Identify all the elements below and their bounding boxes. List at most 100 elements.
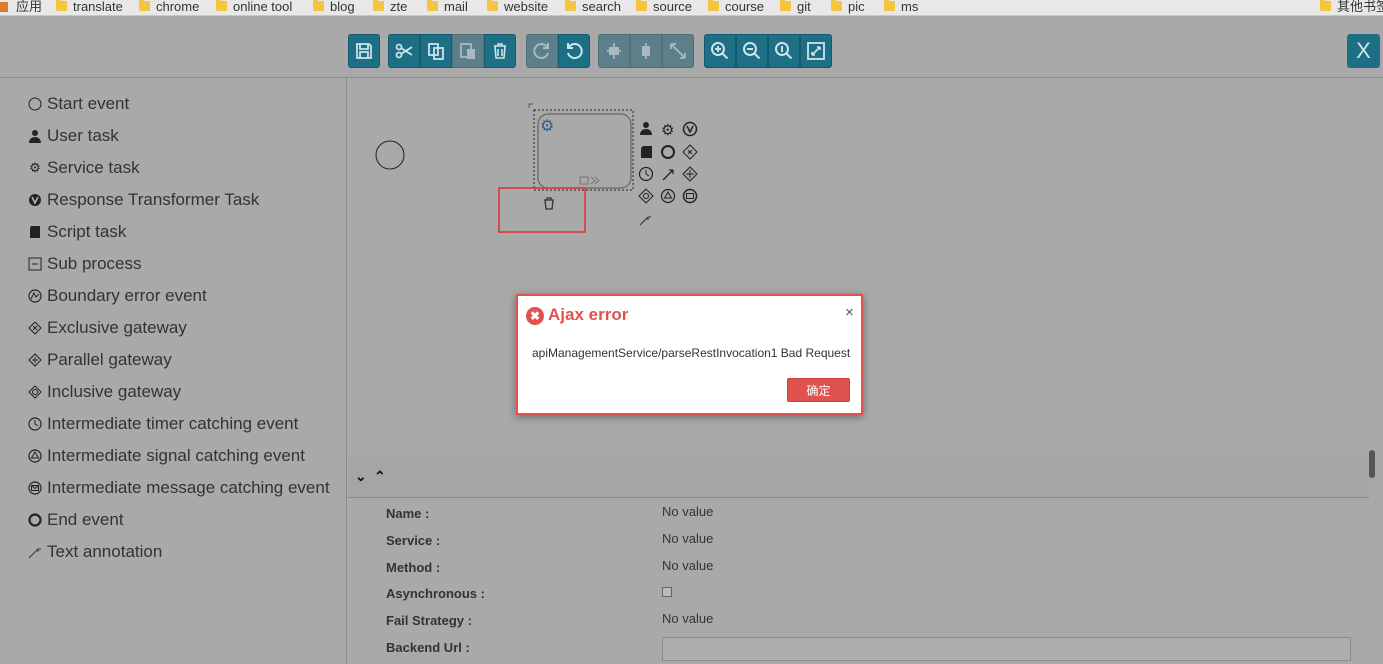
dialog-close-button[interactable]: × [845,304,854,321]
bookmark-translate[interactable]: translate [56,0,123,15]
palette-item-sub-process[interactable]: Sub process [28,252,142,276]
prop-fail-strategy-value[interactable]: No value [662,611,713,626]
quickmenu-connector-icon[interactable] [662,169,674,181]
zoom-out-button[interactable] [736,34,768,68]
backend-url-input[interactable] [662,637,1351,661]
error-icon: ✖ [526,307,544,325]
palette-item-inclusive-gateway[interactable]: Inclusive gateway [28,380,181,404]
quickmenu-exclusive-gateway-icon[interactable] [682,144,698,160]
service-task-gear-icon: ⚙ [540,118,554,135]
redo-button[interactable] [526,34,558,68]
palette-item-intermediate-message-catching-event[interactable]: Intermediate message catching event [28,476,330,500]
bookmark-source[interactable]: source [636,0,692,15]
quickmenu-user-icon[interactable] [640,122,652,135]
quickmenu-timer-icon[interactable] [638,166,654,182]
palette-item-user-task[interactable]: User task [28,124,119,148]
apps-grid-icon[interactable] [0,2,8,12]
bookmark-ms[interactable]: ms [884,0,918,15]
palette-item-exclusive-gateway[interactable]: Exclusive gateway [28,316,187,340]
quickmenu-signal-icon[interactable] [660,188,676,204]
diagram-svg: ⚙ ⚙ [375,103,698,233]
quickmenu-message-icon[interactable] [682,188,698,204]
palette-item-script-task[interactable]: Script task [28,220,126,244]
save-button[interactable] [348,34,380,68]
undo-button[interactable] [558,34,590,68]
quickmenu-parallel-gateway-icon[interactable] [682,166,698,182]
save-icon [356,43,372,59]
folder-icon [216,0,227,11]
bookmark-chrome[interactable]: chrome [139,0,199,15]
quickmenu-transformer-icon[interactable] [682,121,698,137]
palette-item-boundary-error-event[interactable]: Boundary error event [28,284,207,308]
folder-icon [636,0,647,11]
folder-icon [780,0,791,11]
bookmark-apps[interactable]: 应用 [16,0,42,15]
palette-item-response-transformer-task[interactable]: Response Transformer Task [28,188,259,212]
cut-button[interactable] [388,34,420,68]
async-checkbox[interactable] [662,587,672,597]
toolbar-group-align [598,34,694,68]
bookmark-pic[interactable]: pic [831,0,865,15]
bookmark-mail[interactable]: mail [427,0,468,15]
error-event-icon [28,289,42,303]
prop-name-value[interactable]: No value [662,504,713,519]
prop-service-value[interactable]: No value [662,531,713,546]
palette-item-service-task[interactable]: ⚙ Service task [28,156,139,180]
bookmark-other[interactable]: 其他书签 [1320,0,1383,15]
quickmenu-annotation-icon[interactable] [639,216,651,226]
bookmark-search[interactable]: search [565,0,621,15]
palette-item-text-annotation[interactable]: Text annotation [28,540,162,564]
zoom-actual-button[interactable] [768,34,800,68]
prop-method-value[interactable]: No value [662,558,713,573]
bookmark-online-tool[interactable]: online tool [216,0,292,15]
timer-icon [28,417,42,431]
copy-icon [428,43,444,60]
prop-name-label: Name : [386,506,430,521]
close-editor-button[interactable]: X [1347,34,1380,68]
folder-icon [831,0,842,11]
dialog-ok-button[interactable]: 确定 [787,378,850,402]
prop-backend-url-label: Backend Url : [386,640,470,655]
zoom-in-button[interactable] [704,34,736,68]
diagram-canvas[interactable]: ⚙ ⚙ [348,79,1383,456]
message-icon [28,481,42,495]
toolbar-group-zoom [704,34,832,68]
palette-item-intermediate-timer-catching-event[interactable]: Intermediate timer catching event [28,412,298,436]
align-vertical-button[interactable] [598,34,630,68]
scrollbar-thumb[interactable] [1369,450,1375,478]
parallel-gateway-icon [28,353,42,367]
zoom-in-icon [711,42,729,60]
align-horizontal-icon [642,43,650,59]
bookmark-zte[interactable]: zte [373,0,407,15]
canvas-delete-trash-icon[interactable] [544,197,554,210]
redo-icon [533,43,549,60]
paste-button[interactable] [452,34,484,68]
quickmenu-gear-icon[interactable]: ⚙ [661,122,674,139]
bookmark-blog[interactable]: blog [313,0,355,15]
palette-item-parallel-gateway[interactable]: Parallel gateway [28,348,172,372]
bookmark-course[interactable]: course [708,0,764,15]
zoom-fit-button[interactable] [800,34,832,68]
quickmenu-inclusive-gateway-icon[interactable] [638,188,654,204]
palette-item-end-event[interactable]: End event [28,508,124,532]
canvas-start-event[interactable] [375,140,405,170]
same-size-button[interactable] [662,34,694,68]
expand-chevron-up-icon[interactable]: ⌃ [374,468,386,485]
collapse-chevron-down-icon[interactable]: ⌄ [355,468,367,485]
palette-item-intermediate-signal-catching-event[interactable]: Intermediate signal catching event [28,444,305,468]
folder-icon [565,0,576,11]
copy-button[interactable] [420,34,452,68]
align-horizontal-button[interactable] [630,34,662,68]
palette-item-start-event[interactable]: Start event [28,92,129,116]
delete-button[interactable] [484,34,516,68]
delete-highlight-box [498,187,586,233]
undo-icon [567,43,583,60]
folder-icon [884,0,895,11]
quickmenu-script-icon[interactable] [641,146,652,158]
bookmark-git[interactable]: git [780,0,811,15]
fit-screen-icon [807,42,825,60]
quickmenu-end-event-icon[interactable] [661,145,675,159]
trash-icon [494,43,506,59]
subprocess-icon [28,257,42,271]
bookmark-website[interactable]: website [487,0,548,15]
